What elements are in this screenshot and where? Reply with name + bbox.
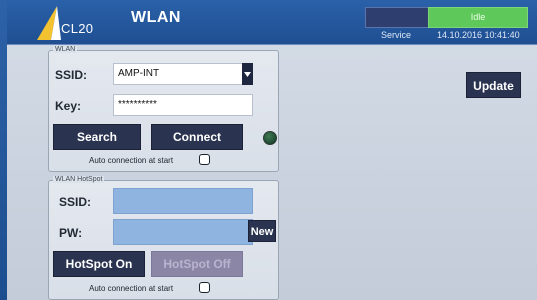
dropdown-arrow-icon[interactable] bbox=[242, 63, 253, 85]
status-badge: Idle bbox=[428, 7, 528, 28]
ssid-label: SSID: bbox=[55, 68, 88, 82]
hotspot-pw-input[interactable] bbox=[113, 219, 253, 245]
hotspot-on-button[interactable]: HotSpot On bbox=[53, 251, 145, 277]
status-led-icon bbox=[263, 131, 277, 145]
left-rail bbox=[0, 0, 7, 300]
search-button[interactable]: Search bbox=[53, 124, 141, 150]
wlan-legend: WLAN bbox=[53, 46, 78, 53]
header-bar: CL20 WLAN Idle Service 14.10.2016 10:41:… bbox=[7, 0, 537, 45]
service-label: Service bbox=[381, 30, 412, 40]
key-value: ********** bbox=[118, 99, 157, 110]
hotspot-auto-connect-label: Auto connection at start bbox=[89, 284, 174, 293]
connect-button[interactable]: Connect bbox=[151, 124, 243, 150]
auto-connect-label: Auto connection at start bbox=[89, 156, 174, 165]
update-button[interactable]: Update bbox=[466, 72, 521, 98]
key-label: Key: bbox=[55, 99, 82, 113]
hotspot-pw-label: PW: bbox=[59, 226, 83, 240]
key-input[interactable]: ********** bbox=[113, 94, 253, 116]
hotspot-auto-connect-checkbox[interactable] bbox=[199, 282, 210, 293]
ssid-dropdown[interactable]: AMP-INT bbox=[113, 63, 253, 85]
status-indicator bbox=[365, 7, 431, 28]
new-button[interactable]: New bbox=[248, 220, 276, 242]
hotspot-panel: WLAN HotSpot SSID: PW: HotSpot On HotSpo… bbox=[48, 176, 279, 300]
logo-text: CL20 bbox=[61, 21, 94, 36]
ssid-value: AMP-INT bbox=[118, 68, 160, 79]
wlan-panel: WLAN SSID: AMP-INT Key: ********** Searc… bbox=[48, 46, 279, 172]
hotspot-ssid-label: SSID: bbox=[59, 195, 92, 209]
logo: CL20 bbox=[35, 4, 107, 42]
auto-connect-checkbox[interactable] bbox=[199, 154, 210, 165]
hotspot-off-button[interactable]: HotSpot Off bbox=[151, 251, 243, 277]
hotspot-legend: WLAN HotSpot bbox=[53, 176, 105, 183]
page-title: WLAN bbox=[131, 9, 181, 26]
datetime: 14.10.2016 10:41:40 bbox=[437, 30, 520, 40]
screen: CL20 WLAN Idle Service 14.10.2016 10:41:… bbox=[7, 0, 537, 300]
hotspot-ssid-input[interactable] bbox=[113, 188, 253, 214]
